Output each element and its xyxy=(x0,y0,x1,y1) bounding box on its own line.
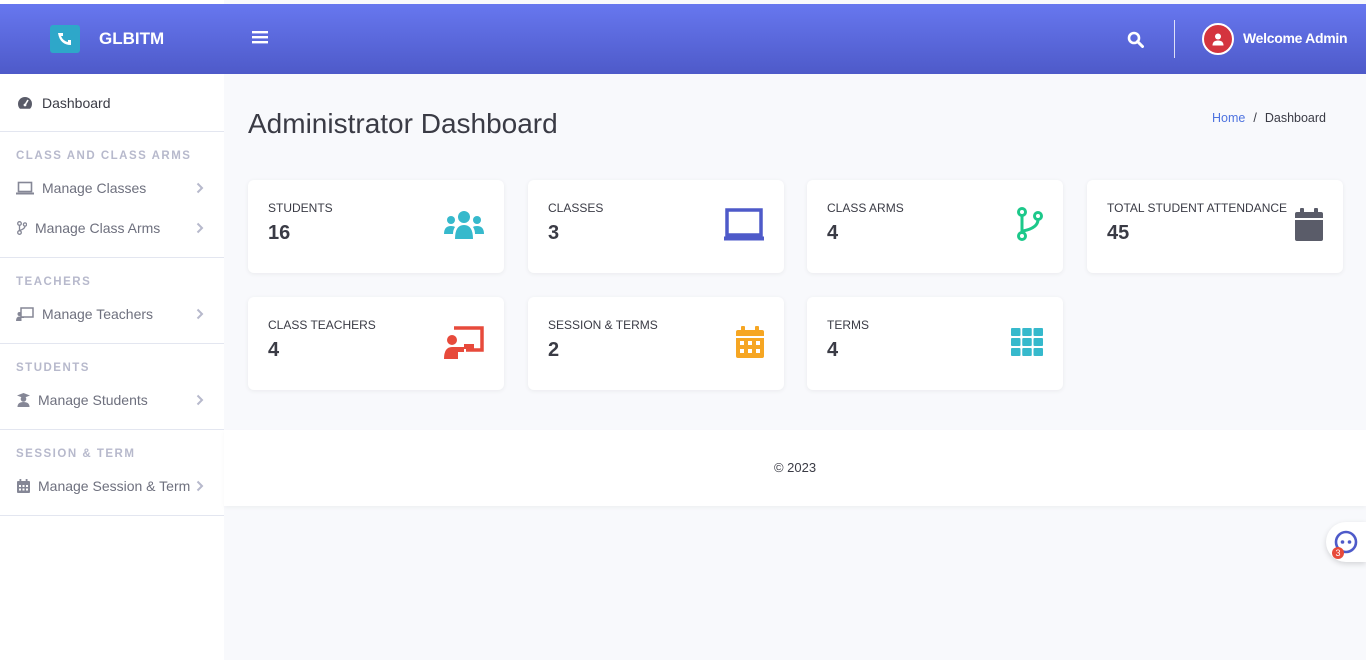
sidebar-item-label: Manage Classes xyxy=(42,180,147,196)
sidebar-heading: STUDENTS xyxy=(16,362,90,374)
stat-card-label: Class Teachers xyxy=(268,318,376,332)
sidebar-item-manage-classes[interactable]: Manage Classes xyxy=(0,168,224,208)
sidebar-item-label: Manage Class Arms xyxy=(35,220,161,236)
chalkboard-teacher-icon xyxy=(16,307,34,321)
sidebar-item-label: Manage Students xyxy=(38,392,148,408)
stat-card-class-arms[interactable]: Class Arms 4 xyxy=(807,180,1063,273)
sidebar: GLBITM Dashboard CLASS AND CLASS ARMS Ma… xyxy=(0,0,224,660)
stat-card-label: Terms xyxy=(827,318,869,332)
breadcrumb-separator: / xyxy=(1253,111,1257,125)
stat-card-value: 2 xyxy=(548,339,560,361)
sidebar-item-label: Manage Teachers xyxy=(42,306,154,322)
sidebar-heading: TEACHERS xyxy=(16,276,92,288)
laptop-icon xyxy=(16,181,34,195)
topbar: Welcome Admin xyxy=(224,4,1366,74)
calendar-icon xyxy=(1295,208,1323,246)
stat-card-label: Class Arms xyxy=(827,201,904,215)
stat-card-terms[interactable]: Terms 4 xyxy=(807,297,1063,390)
code-branch-icon xyxy=(1017,207,1043,246)
stat-card-label: Session & Terms xyxy=(548,318,658,332)
sidebar-item-manage-teachers[interactable]: Manage Teachers xyxy=(0,294,224,334)
stat-card-class-teachers[interactable]: Class Teachers 4 xyxy=(248,297,504,390)
brand-name: GLBITM xyxy=(99,29,165,48)
search-icon[interactable] xyxy=(1127,31,1144,53)
user-graduate-icon xyxy=(16,393,30,407)
stat-card-students[interactable]: Students 16 xyxy=(248,180,504,273)
code-branch-icon xyxy=(16,221,27,235)
sidebar-item-manage-class-arms[interactable]: Manage Class Arms xyxy=(0,208,224,248)
tachometer-icon xyxy=(16,96,34,110)
stat-card-value: 4 xyxy=(827,339,839,361)
menu-toggle-icon[interactable] xyxy=(252,30,268,49)
sidebar-divider xyxy=(0,515,224,516)
welcome-user-label[interactable]: Welcome Admin xyxy=(1243,30,1348,46)
breadcrumb: Home / Dashboard xyxy=(1212,111,1326,125)
copyright-text: © 2023 xyxy=(773,460,817,475)
sidebar-item-dashboard[interactable]: Dashboard xyxy=(0,74,224,132)
breadcrumb-current: Dashboard xyxy=(1264,111,1326,125)
stat-card-session-terms[interactable]: Session & Terms 2 xyxy=(528,297,784,390)
stat-card-value: 4 xyxy=(827,222,839,244)
chevron-right-icon xyxy=(196,307,204,323)
chevron-right-icon xyxy=(196,479,204,495)
chevron-right-icon xyxy=(196,393,204,409)
chat-widget-button[interactable]: 3 xyxy=(1326,522,1366,562)
sidebar-heading: CLASS AND CLASS ARMS xyxy=(16,150,192,162)
chalkboard-teacher-icon xyxy=(444,326,484,364)
brand-logo-icon xyxy=(50,25,80,53)
chevron-right-icon xyxy=(196,181,204,197)
breadcrumb-home-link[interactable]: Home xyxy=(1212,111,1245,125)
stat-card-label: Total Student Attendance xyxy=(1107,201,1288,215)
stat-card-value: 3 xyxy=(548,222,560,244)
page-title: Administrator Dashboard xyxy=(248,108,558,139)
footer: © 2023 xyxy=(224,430,1366,506)
avatar[interactable] xyxy=(1202,23,1234,55)
stat-card-value: 45 xyxy=(1107,222,1130,244)
sidebar-item-label: Dashboard xyxy=(42,94,111,111)
stat-card-label: Classes xyxy=(548,201,604,215)
calendar-alt-icon xyxy=(736,326,764,363)
sidebar-item-manage-students[interactable]: Manage Students xyxy=(0,380,224,420)
th-icon xyxy=(1011,328,1043,361)
laptop-icon xyxy=(724,208,764,246)
stat-card-total-student-attendance[interactable]: Total Student Attendance 45 xyxy=(1087,180,1343,273)
topbar-divider xyxy=(1174,20,1175,58)
stat-card-value: 16 xyxy=(268,222,291,244)
sidebar-item-label: Manage Session & Term xyxy=(38,478,191,494)
stat-card-classes[interactable]: Classes 3 xyxy=(528,180,784,273)
users-icon xyxy=(444,210,484,244)
user-icon xyxy=(1212,33,1224,46)
chat-notification-badge: 3 xyxy=(1332,547,1344,559)
calendar-icon xyxy=(16,479,30,493)
stat-card-value: 4 xyxy=(268,339,280,361)
stat-card-label: Students xyxy=(268,201,333,215)
sidebar-heading: SESSION & TERM xyxy=(16,448,136,460)
chevron-right-icon xyxy=(196,221,204,237)
brand[interactable]: GLBITM xyxy=(0,0,224,74)
sidebar-item-manage-session-term[interactable]: Manage Session & Term xyxy=(0,466,224,506)
